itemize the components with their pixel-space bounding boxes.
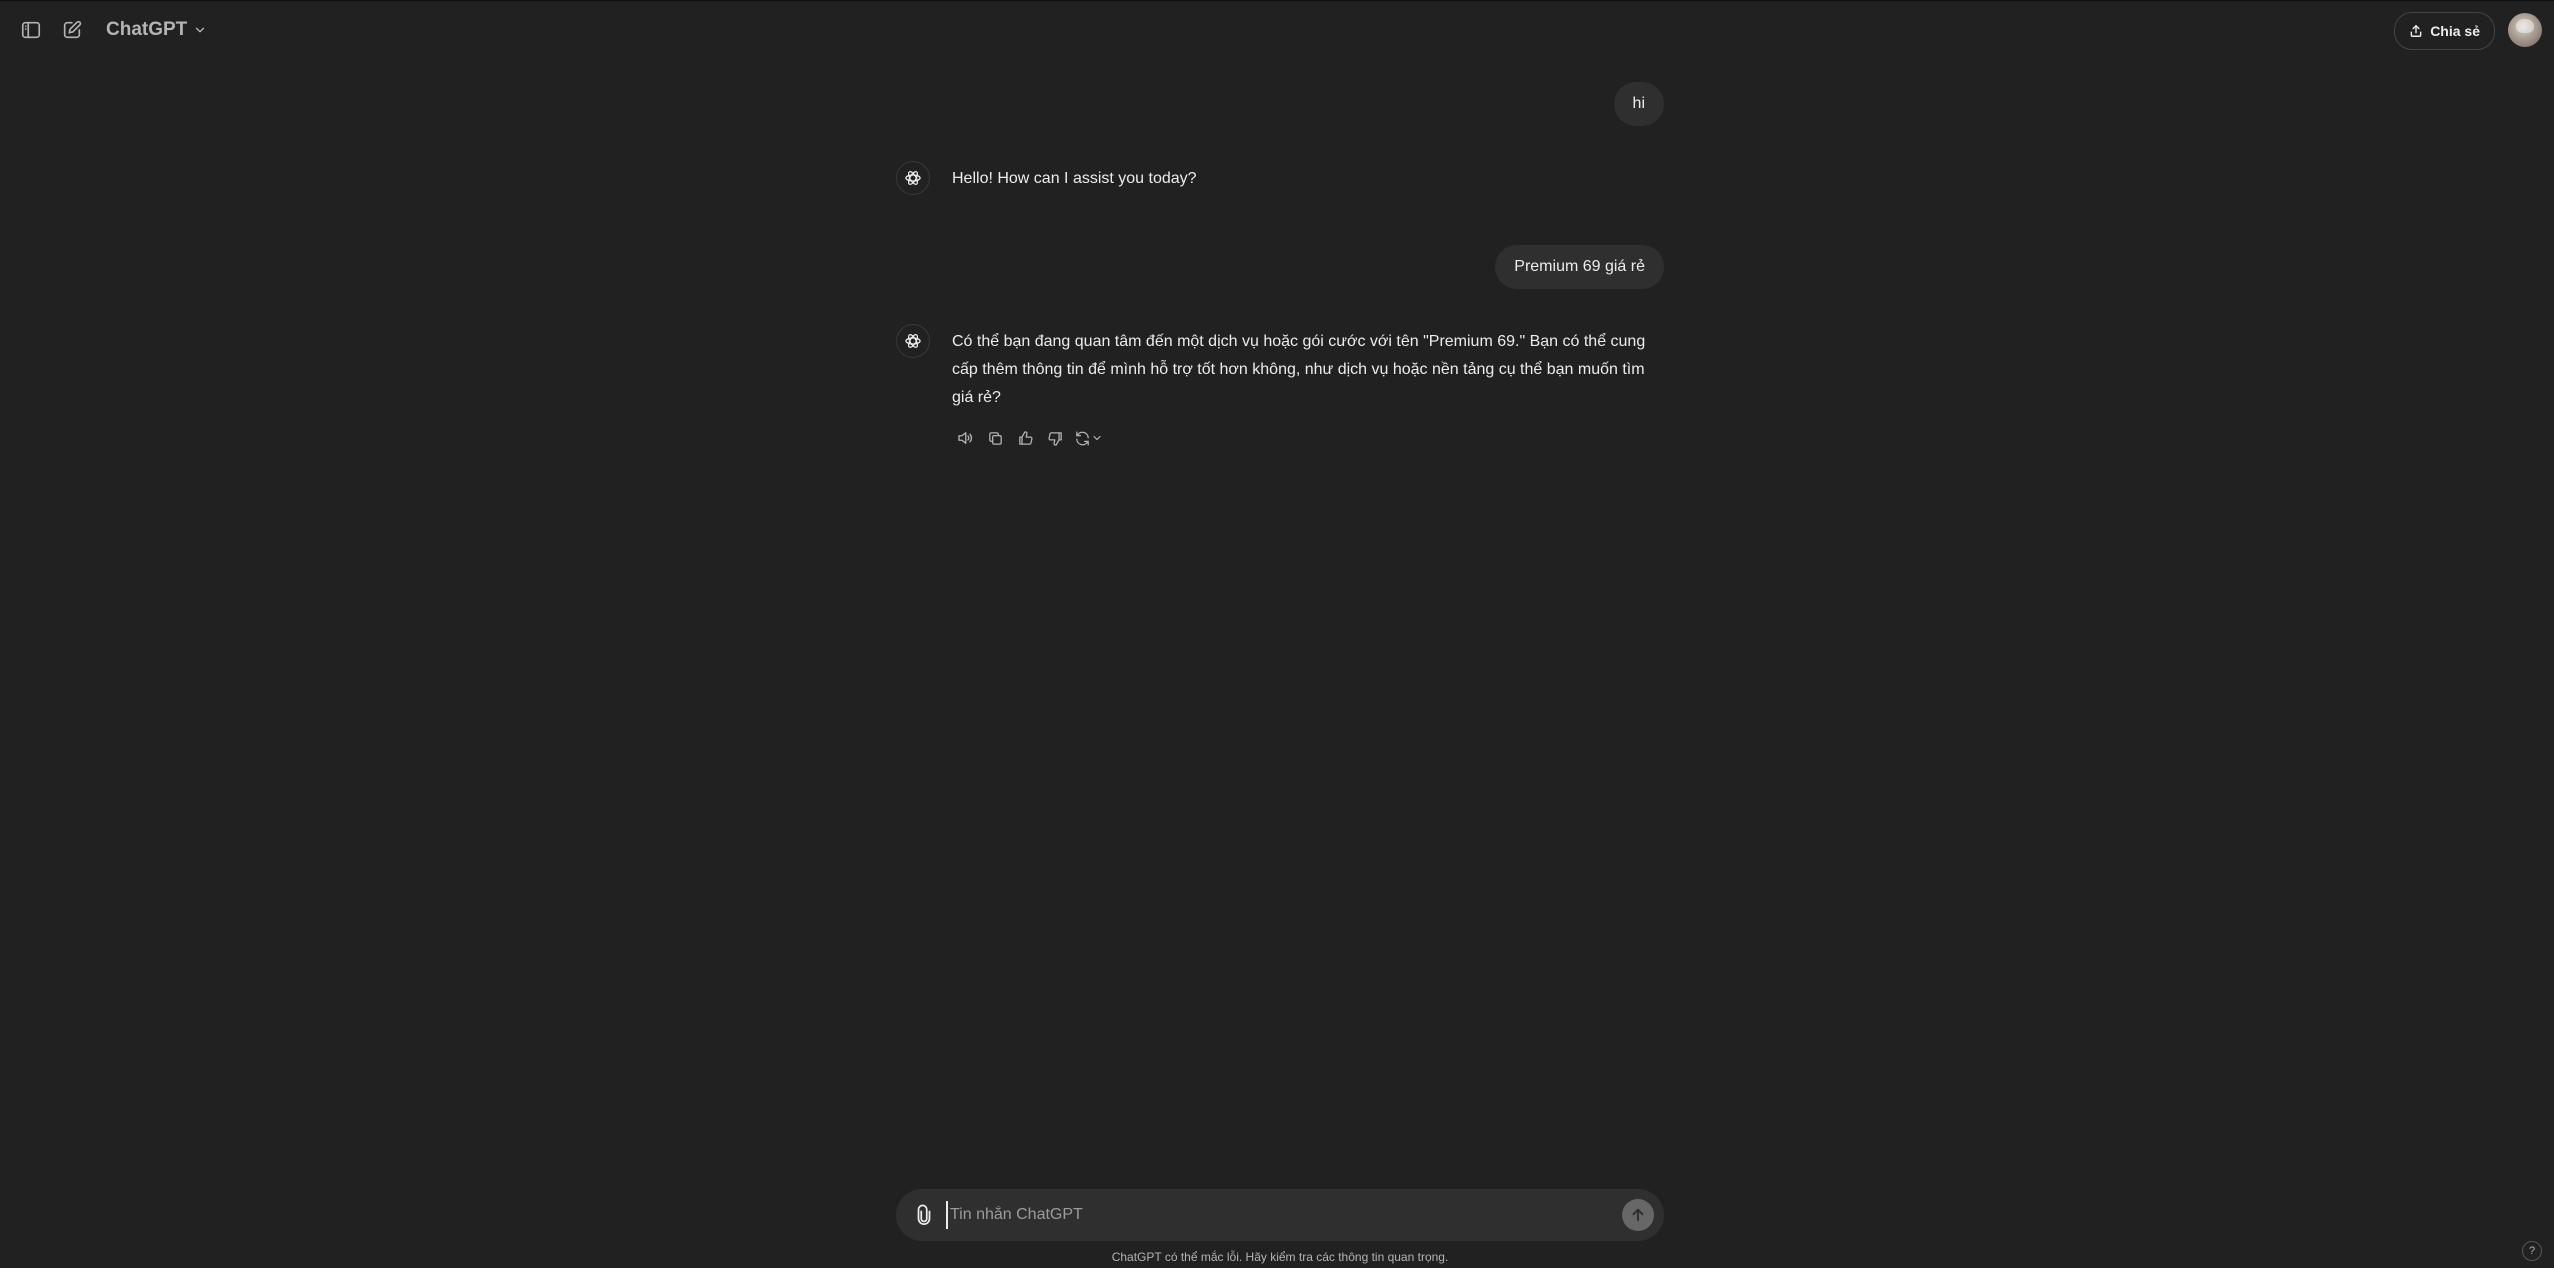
arrow-up-icon: [1632, 1208, 1644, 1222]
user-message: Premium 69 giá rẻ: [1495, 245, 1664, 289]
copy-icon: [988, 431, 1002, 445]
thumbs-up-icon: [1018, 430, 1033, 445]
new-chat-button[interactable]: [54, 12, 90, 48]
thumbs-up-button[interactable]: [1012, 425, 1038, 451]
openai-logo-icon: [905, 171, 921, 185]
assistant-avatar: [896, 161, 930, 195]
top-header: ChatGPT Chia sẻ: [0, 1, 2554, 59]
share-label: Chia sẻ: [2430, 23, 2480, 39]
help-button[interactable]: ?: [2522, 1241, 2542, 1261]
chevron-down-icon: [1093, 435, 1101, 441]
regenerate-icon: [1076, 430, 1089, 446]
assistant-message-text: Có thể bạn đang quan tâm đến một dịch vụ…: [952, 333, 1646, 406]
attach-file-button[interactable]: [908, 1199, 940, 1231]
user-avatar[interactable]: [2508, 13, 2542, 47]
user-message: hi: [1613, 82, 1664, 126]
assistant-avatar: [896, 324, 930, 358]
chatgpt-app: ChatGPT Chia sẻ hi Hello! How can I assi…: [0, 0, 2554, 1268]
assistant-message-text: Hello! How can I assist you today?: [952, 170, 1197, 187]
thumbs-down-button[interactable]: [1042, 425, 1068, 451]
user-message-bubble: hi: [1613, 82, 1664, 126]
paperclip-icon: [917, 1204, 931, 1225]
model-name: ChatGPT: [106, 19, 188, 40]
send-button[interactable]: [1622, 1199, 1654, 1231]
read-aloud-button[interactable]: [952, 425, 978, 451]
message-input[interactable]: [946, 1201, 1600, 1229]
new-chat-icon: [63, 20, 82, 39]
user-message-bubble: Premium 69 giá rẻ: [1495, 245, 1664, 289]
copy-button[interactable]: [982, 425, 1008, 451]
speaker-icon: [958, 432, 973, 444]
message-actions: [952, 425, 1105, 451]
thumbs-down-icon: [1047, 431, 1062, 446]
regenerate-button[interactable]: [1072, 425, 1105, 451]
share-upload-icon: [2410, 25, 2422, 37]
share-button[interactable]: Chia sẻ: [2394, 12, 2495, 50]
sidebar-toggle-icon: [21, 21, 41, 39]
chevron-down-icon: [196, 27, 205, 33]
sidebar-toggle-button[interactable]: [13, 12, 49, 48]
message-composer: [896, 1189, 1664, 1241]
model-selector[interactable]: ChatGPT: [102, 14, 211, 46]
disclaimer-text: ChatGPT có thể mắc lỗi. Hãy kiểm tra các…: [1111, 1250, 1449, 1264]
openai-logo-icon: [905, 334, 921, 348]
